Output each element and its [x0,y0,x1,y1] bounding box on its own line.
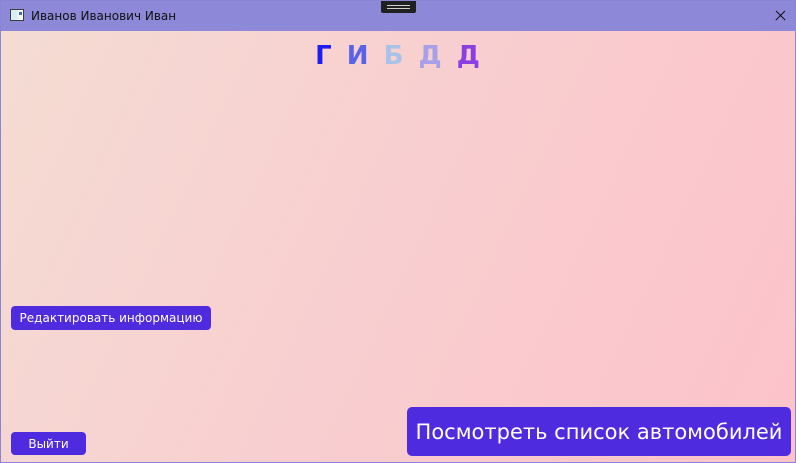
logo-letter: Д [418,41,443,71]
logo-letter: Б [383,41,405,71]
close-button[interactable] [765,1,795,31]
app-window: Иванов Иванович Иван Г И Б Д Д Редактиро… [0,0,796,463]
window-title: Иванов Иванович Иван [31,9,177,23]
app-window-icon [10,9,24,21]
gibdd-logo: Г И Б Д Д [1,41,795,71]
logo-letter: Д [456,41,481,71]
main-content: Г И Б Д Д Редактировать информацию Выйти… [1,31,795,462]
snap-handle[interactable] [381,1,416,13]
logo-letter: Г [315,41,333,71]
exit-button[interactable]: Выйти [11,432,86,455]
logo-letter: И [346,41,370,71]
edit-info-button[interactable]: Редактировать информацию [11,306,211,330]
title-bar[interactable]: Иванов Иванович Иван [1,1,795,31]
view-cars-button[interactable]: Посмотреть список автомобилей [407,407,791,456]
